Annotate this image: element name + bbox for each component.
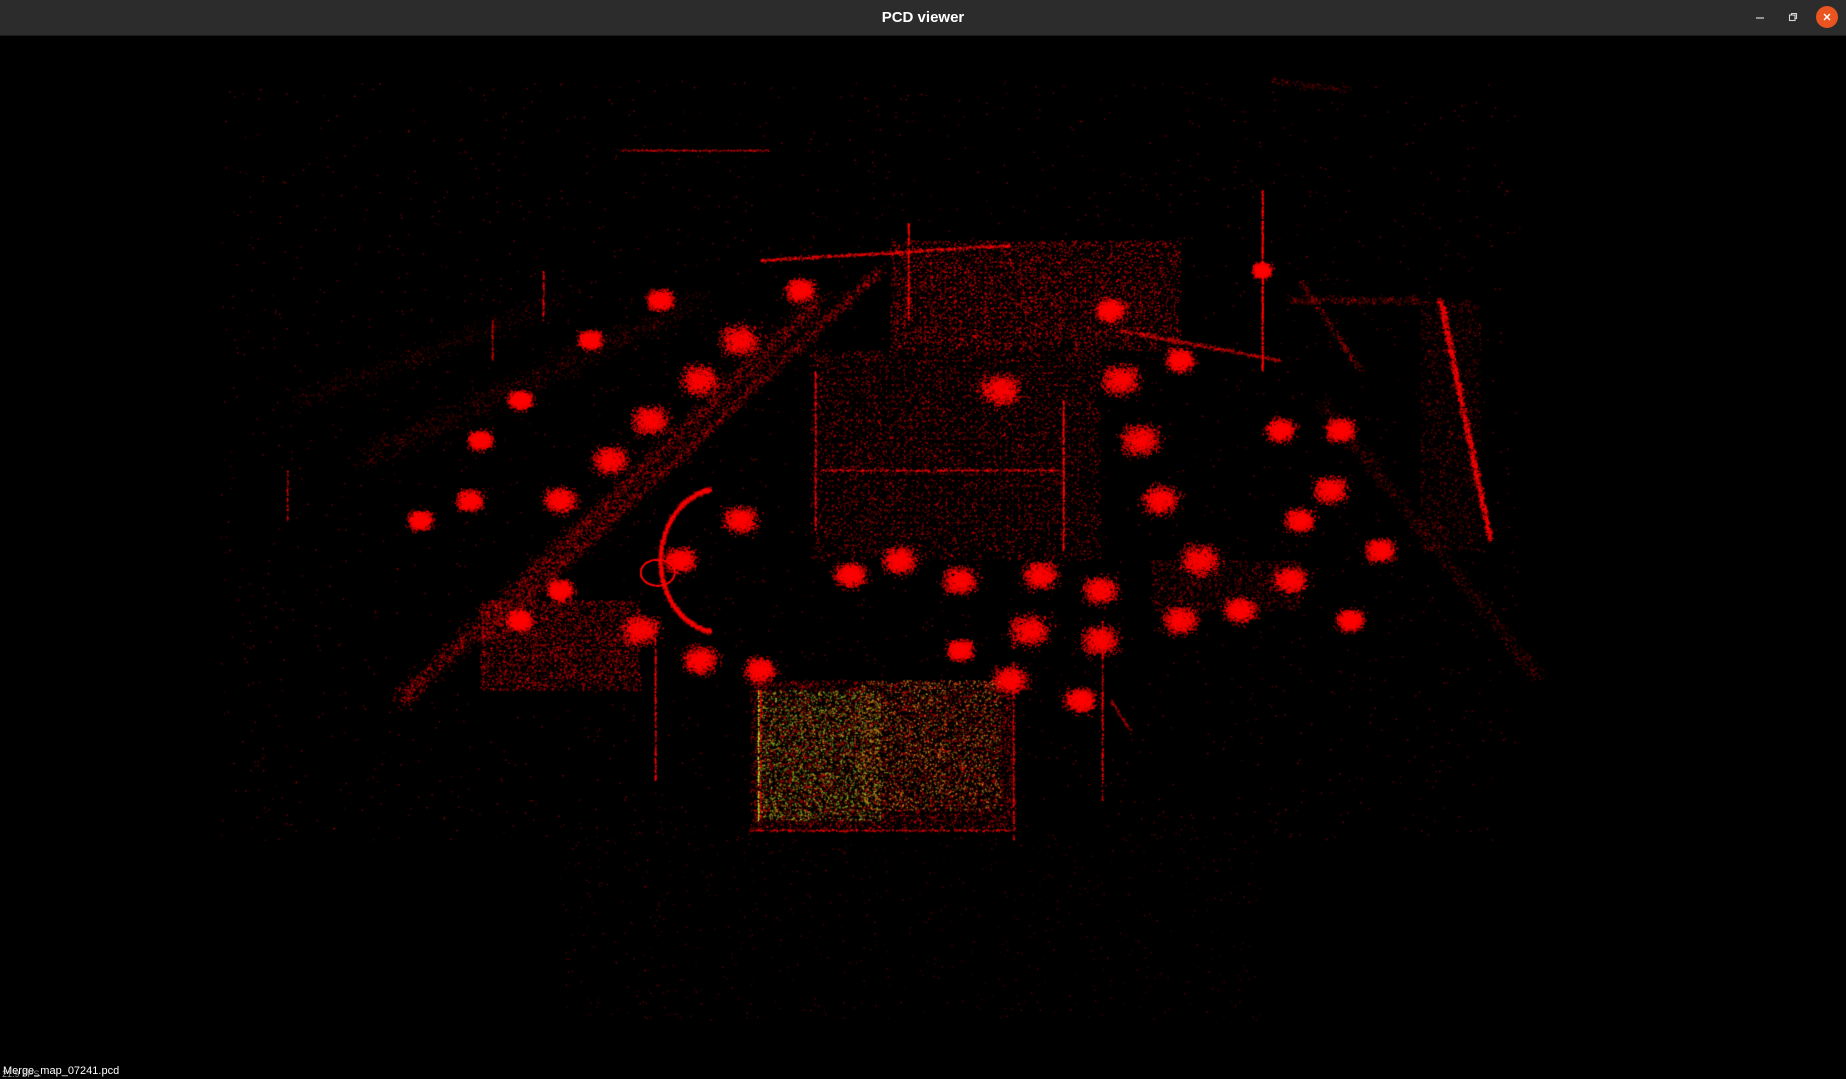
title-bar[interactable]: PCD viewer [0,0,1846,36]
close-button[interactable] [1816,6,1838,28]
restore-icon [1788,12,1798,22]
window-title: PCD viewer [881,9,965,26]
point-cloud-render[interactable] [0,36,1846,1079]
cloud-filename-label: Merge_map_07241.pcd [3,1065,120,1077]
minimize-button[interactable] [1749,6,1771,28]
maximize-button[interactable] [1782,6,1804,28]
point-cloud-viewport[interactable]: 21.9 FPS Merge_map_07241.pcd [0,36,1846,1079]
pcd-viewer-window: PCD viewer 21.9 FPS Merge_map_07241.pcd [0,0,1846,1079]
close-icon [1822,12,1832,22]
minimize-icon [1755,12,1765,22]
